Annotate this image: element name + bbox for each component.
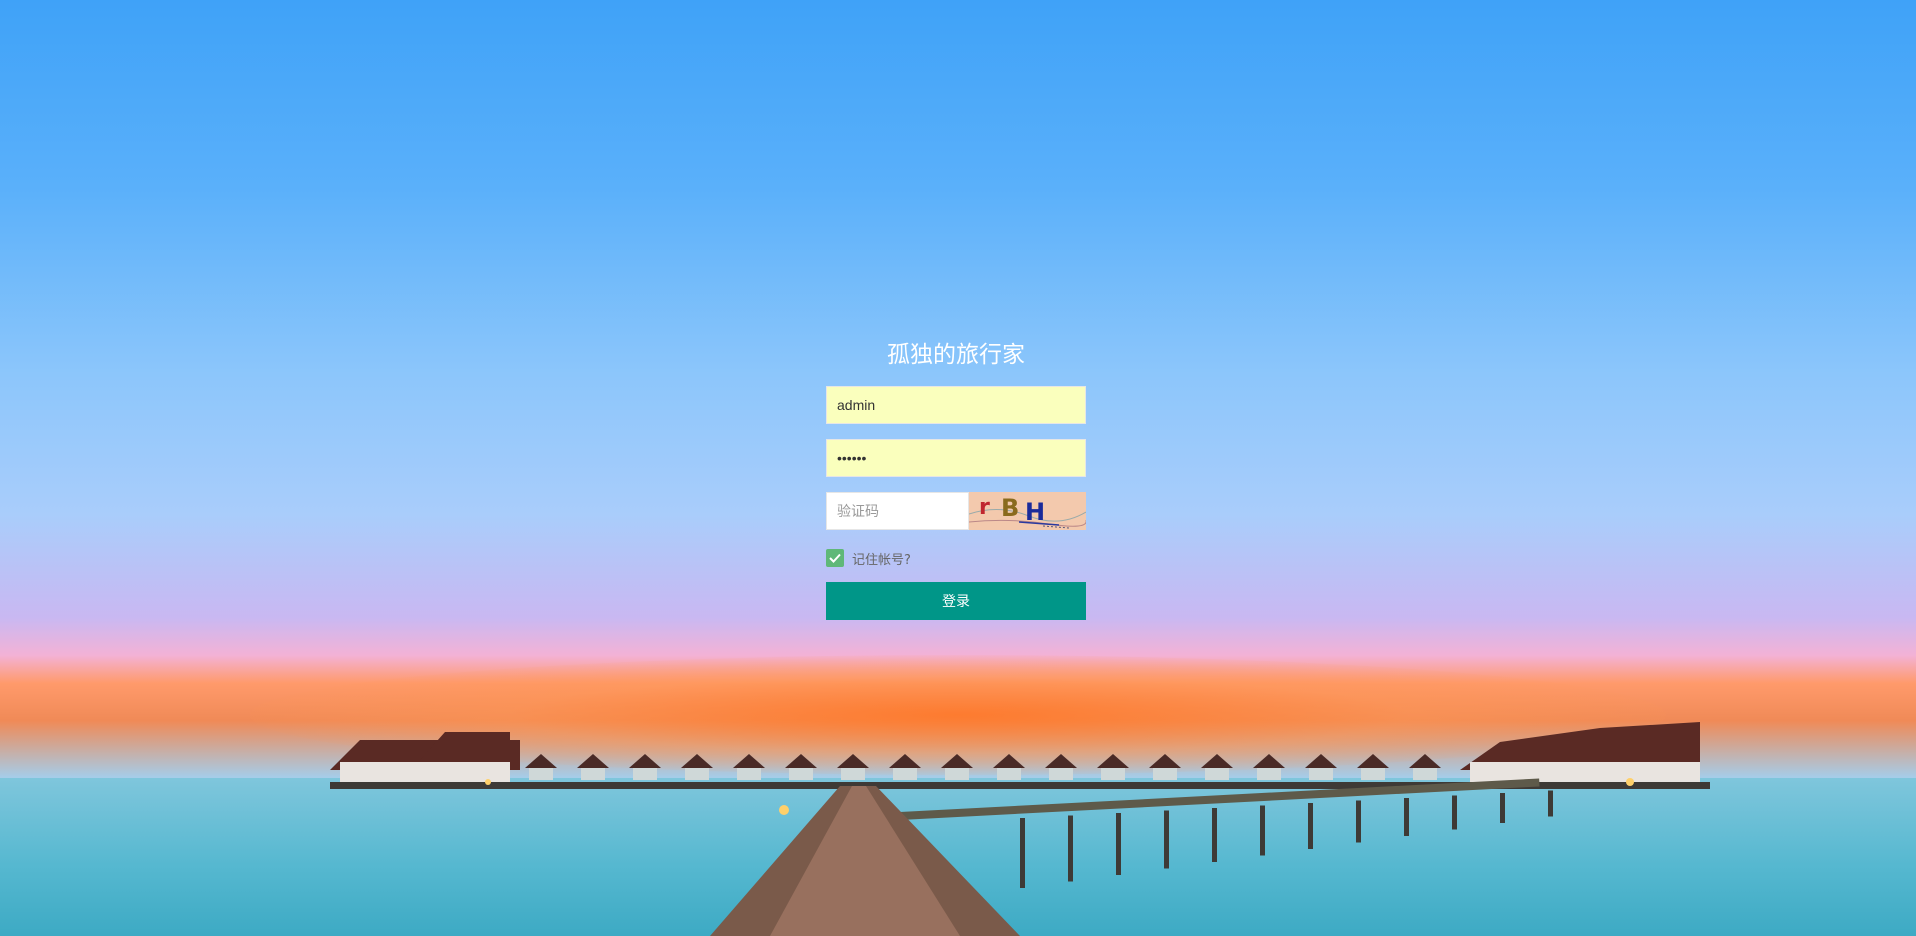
hut-roof	[1305, 754, 1337, 768]
captcha-image[interactable]: r B H	[969, 492, 1086, 530]
hut-roof	[525, 754, 557, 768]
hut-roof	[1045, 754, 1077, 768]
login-button[interactable]: 登录	[826, 582, 1086, 620]
captcha-char-2: B	[1001, 494, 1019, 522]
hut-roof	[1097, 754, 1129, 768]
captcha-char-3: H	[1025, 498, 1045, 526]
hut-roof	[1357, 754, 1389, 768]
hut-wall	[1049, 768, 1073, 780]
password-input[interactable]	[826, 439, 1086, 477]
hut-wall	[737, 768, 761, 780]
hut-wall	[1153, 768, 1177, 780]
hut-wall	[1361, 768, 1385, 780]
pier-post	[1020, 818, 1025, 888]
hut-wall	[945, 768, 969, 780]
username-input[interactable]	[826, 386, 1086, 424]
checkmark-icon	[829, 553, 841, 563]
hut-wall	[1413, 768, 1437, 780]
pier-post	[1212, 808, 1217, 862]
hut-wall	[529, 768, 553, 780]
hut-wall	[1205, 768, 1229, 780]
pier-post	[1308, 803, 1313, 849]
captcha-row: r B H	[826, 492, 1086, 530]
hut-roof	[993, 754, 1025, 768]
login-form: 孤独的旅行家 r B H 记住帐号? 登录	[826, 338, 1086, 620]
hut-roof	[681, 754, 713, 768]
pier-post	[1500, 793, 1505, 823]
hut-wall	[633, 768, 657, 780]
pier-post	[1068, 815, 1073, 882]
hut-roof	[889, 754, 921, 768]
hut-roof	[1201, 754, 1233, 768]
hut-wall	[841, 768, 865, 780]
hut-roof	[837, 754, 869, 768]
hut-roof	[1149, 754, 1181, 768]
hut-wall	[997, 768, 1021, 780]
hut-roof	[577, 754, 609, 768]
hut-roof	[733, 754, 765, 768]
hut-roof	[1409, 754, 1441, 768]
pier-post	[1404, 798, 1409, 836]
hut-roof	[785, 754, 817, 768]
captcha-input[interactable]	[826, 492, 969, 530]
hut-roof	[1253, 754, 1285, 768]
hut-wall	[685, 768, 709, 780]
login-title: 孤独的旅行家	[887, 342, 1025, 368]
pier-post	[1260, 805, 1265, 856]
pier-post	[1164, 810, 1169, 869]
remember-label: 记住帐号?	[852, 552, 911, 568]
hut-wall	[581, 768, 605, 780]
hut-wall	[893, 768, 917, 780]
pier-post	[1548, 790, 1553, 817]
captcha-char-1: r	[979, 495, 990, 520]
hut-wall	[1101, 768, 1125, 780]
hut-wall	[1257, 768, 1281, 780]
pier-post	[1356, 800, 1361, 843]
remember-checkbox[interactable]	[826, 549, 844, 567]
pier-post	[1452, 795, 1457, 830]
hut-roof	[629, 754, 661, 768]
pier-post	[1116, 813, 1121, 875]
hut-wall	[789, 768, 813, 780]
remember-account[interactable]: 记住帐号?	[826, 548, 1086, 568]
hut-roof	[941, 754, 973, 768]
hut-wall	[1309, 768, 1333, 780]
